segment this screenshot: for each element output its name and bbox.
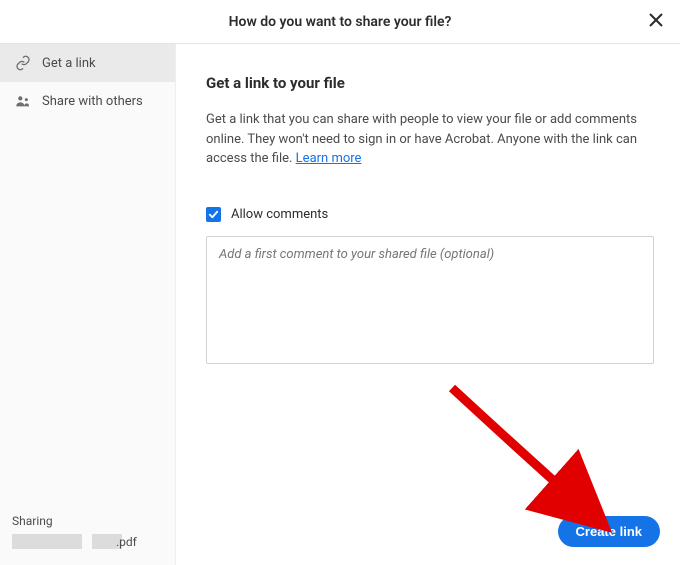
sidebar-item-get-link[interactable]: Get a link (0, 44, 175, 82)
learn-more-link[interactable]: Learn more (296, 151, 362, 166)
sidebar-item-share-others[interactable]: Share with others (0, 82, 175, 120)
file-extension: .pdf (116, 535, 137, 549)
close-button[interactable] (646, 12, 666, 32)
panel-description: Get a link that you can share with peopl… (206, 110, 646, 169)
sidebar-footer: Sharing .pdf (0, 504, 175, 565)
panel-title: Get a link to your file (206, 74, 654, 92)
dialog-title: How do you want to share your file? (229, 14, 452, 30)
people-icon (14, 92, 32, 110)
sidebar-item-label: Share with others (42, 94, 143, 109)
allow-comments-label: Allow comments (231, 207, 328, 222)
main-panel: Get a link to your file Get a link that … (176, 44, 680, 565)
create-link-button[interactable]: Create link (558, 516, 660, 547)
dialog-header: How do you want to share your file? (0, 0, 680, 44)
allow-comments-checkbox[interactable] (206, 207, 221, 222)
sharing-filename: .pdf (12, 534, 163, 549)
redacted-text (12, 534, 82, 549)
sidebar-item-label: Get a link (42, 56, 96, 71)
comment-input[interactable] (206, 236, 654, 364)
close-icon (649, 12, 663, 31)
sharing-label: Sharing (12, 514, 163, 528)
link-icon (14, 54, 32, 72)
checkmark-icon (208, 205, 219, 224)
sidebar: Get a link Share with others Sharing (0, 44, 176, 565)
